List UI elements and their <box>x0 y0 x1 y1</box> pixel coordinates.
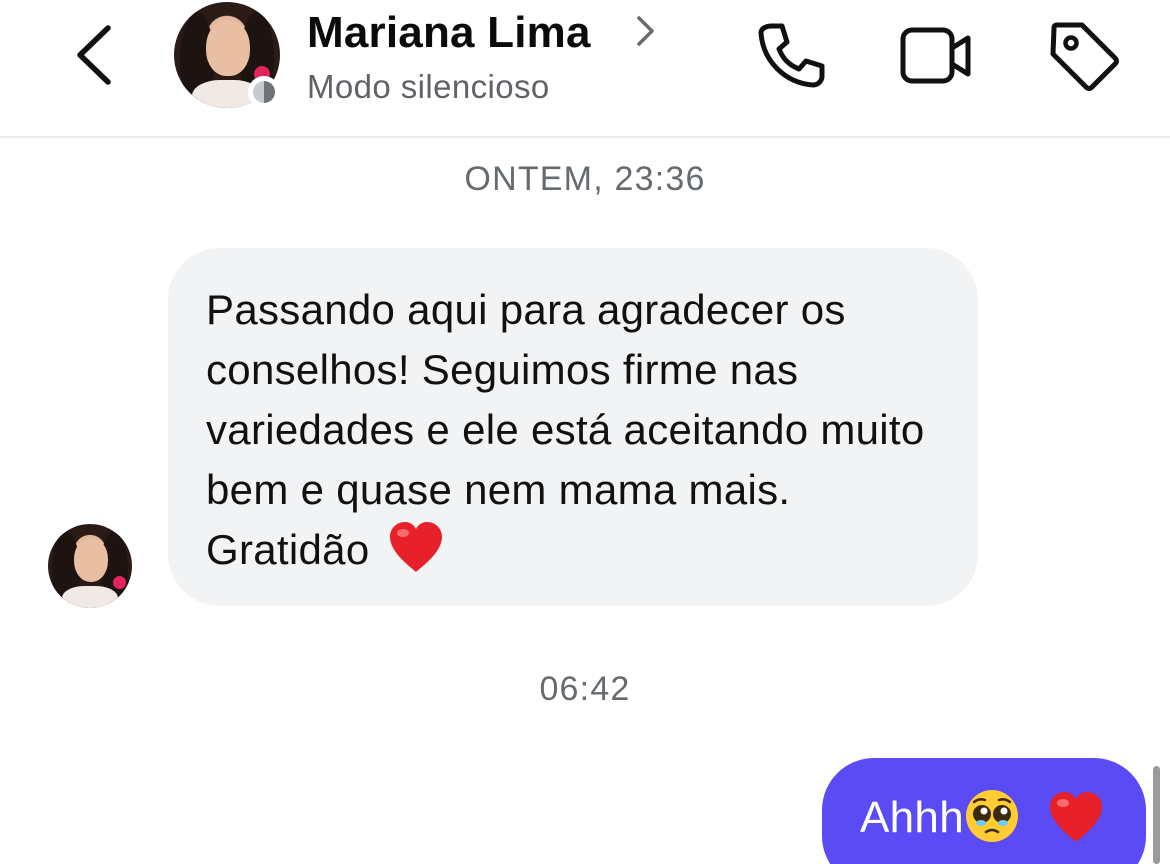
contact-avatar[interactable] <box>174 2 282 108</box>
incoming-message-bubble[interactable]: Passando aqui para agradecer os conselho… <box>168 248 978 606</box>
back-button[interactable] <box>68 20 124 90</box>
timestamp: 06:42 <box>539 670 631 708</box>
message-avatar[interactable] <box>48 524 132 608</box>
phone-icon <box>758 23 825 88</box>
contact-status: Modo silencioso <box>307 68 550 105</box>
tag-icon <box>1050 22 1119 91</box>
chat-screen: Mariana Lima Modo silencioso ONTEM, 23:3… <box>0 0 1170 864</box>
chevron-left-icon <box>77 25 111 85</box>
chat-header: Mariana Lima Modo silencioso <box>0 0 1170 138</box>
timestamp: ONTEM, 23:36 <box>464 160 706 198</box>
call-button[interactable] <box>752 18 828 94</box>
heart-icon <box>1047 790 1105 855</box>
scrollbar[interactable] <box>1153 766 1160 864</box>
outgoing-message-bubble[interactable]: Ahhh <box>822 758 1146 864</box>
video-camera-icon <box>900 27 971 84</box>
pleading-face-icon <box>964 788 1020 855</box>
status-indicator <box>248 76 280 108</box>
video-call-button[interactable] <box>898 18 974 94</box>
message-text: Passando aqui para agradecer os conselho… <box>206 286 925 573</box>
heart-icon <box>387 520 445 590</box>
contact-name[interactable]: Mariana Lima <box>307 8 591 58</box>
message-text: Ahhh <box>860 793 964 842</box>
chevron-right-icon[interactable] <box>634 14 658 48</box>
tag-button[interactable] <box>1046 18 1122 94</box>
